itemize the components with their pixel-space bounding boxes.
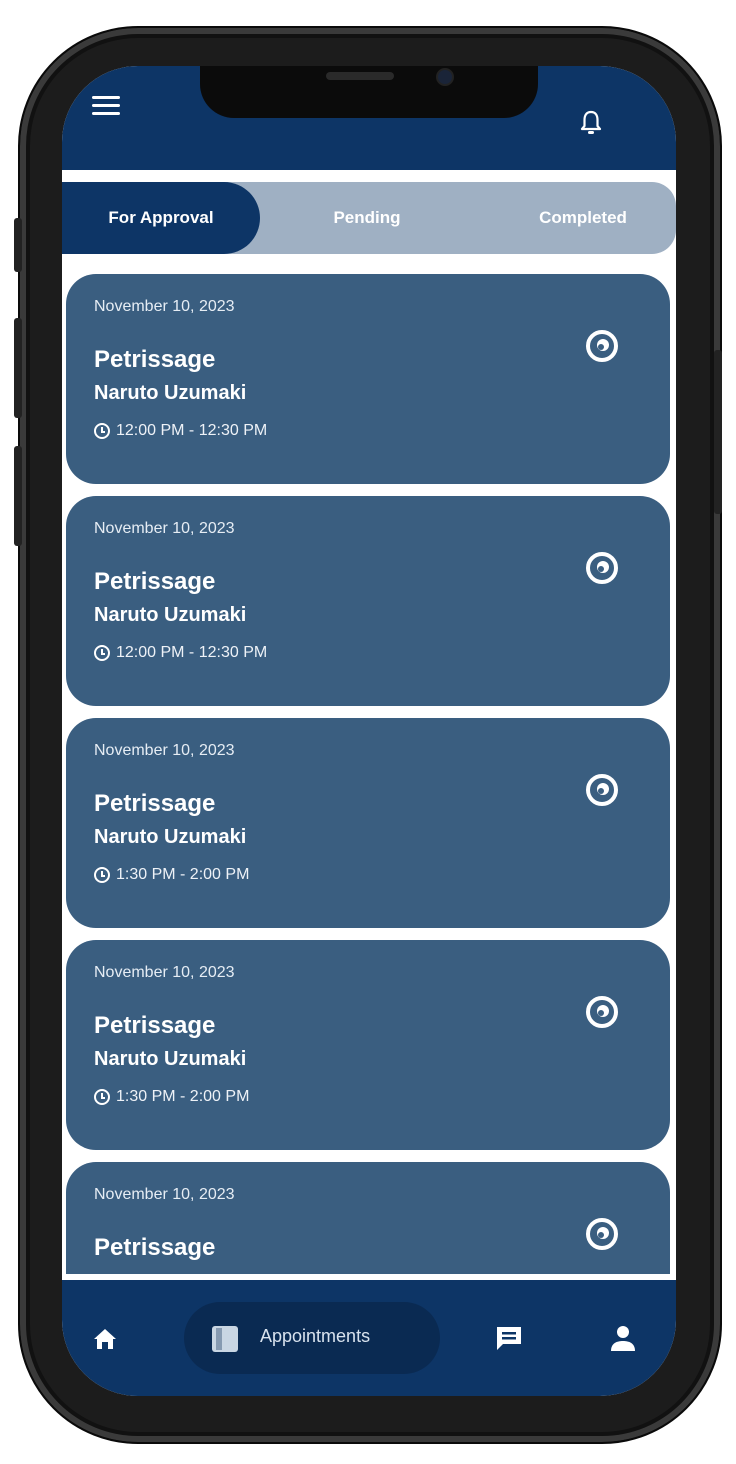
appointment-card[interactable]: November 10, 2023 Petrissage Naruto Uzum…: [66, 274, 670, 484]
hamburger-icon[interactable]: [92, 96, 120, 116]
appointment-date: November 10, 2023: [94, 964, 235, 981]
speaker: [326, 72, 394, 80]
appointment-date: November 10, 2023: [94, 520, 235, 537]
eye-icon[interactable]: [584, 550, 620, 586]
appointment-client: Naruto Uzumaki: [94, 604, 247, 626]
appointments-book-icon: [212, 1326, 238, 1352]
nav-appointments-label: Appointments: [260, 1326, 371, 1346]
appointment-card[interactable]: November 10, 2023 Petrissage Naruto Uzum…: [66, 940, 670, 1150]
appointment-client: Naruto Uzumaki: [94, 1048, 247, 1070]
tab-for-approval[interactable]: For Approval: [62, 182, 260, 254]
appointment-time-row: 1:30 PM - 2:00 PM: [94, 1088, 249, 1106]
phone-side-button: [14, 318, 22, 418]
appointment-time: 12:00 PM - 12:30 PM: [116, 644, 268, 661]
appointment-client: Naruto Uzumaki: [94, 826, 247, 848]
chat-icon[interactable]: [494, 1324, 524, 1352]
tab-completed[interactable]: Completed: [508, 182, 658, 254]
bottom-nav: Appointments: [62, 1280, 676, 1396]
clock-icon: [94, 1089, 110, 1105]
appointment-service: Petrissage: [94, 346, 216, 373]
appointment-client: Naruto Uzumaki: [94, 382, 247, 404]
appointment-list: November 10, 2023 Petrissage Naruto Uzum…: [62, 274, 676, 1274]
appointment-service: Petrissage: [94, 790, 216, 817]
eye-icon[interactable]: [584, 1216, 620, 1252]
appointment-card[interactable]: November 10, 2023 Petrissage: [66, 1162, 670, 1274]
notch: [200, 66, 538, 118]
appointment-time-row: 12:00 PM - 12:30 PM: [94, 422, 267, 440]
tab-pending[interactable]: Pending: [302, 182, 432, 254]
eye-icon[interactable]: [584, 772, 620, 808]
nav-appointments[interactable]: Appointments: [184, 1302, 440, 1374]
clock-icon: [94, 423, 110, 439]
appointment-time: 12:00 PM - 12:30 PM: [116, 422, 268, 439]
appointment-time-row: 12:00 PM - 12:30 PM: [94, 644, 267, 662]
appointment-card[interactable]: November 10, 2023 Petrissage Naruto Uzum…: [66, 718, 670, 928]
appointment-time: 1:30 PM - 2:00 PM: [116, 1088, 250, 1105]
appointment-service: Petrissage: [94, 1234, 216, 1261]
app-screen: For Approval Pending Completed November …: [62, 66, 676, 1396]
eye-icon[interactable]: [584, 994, 620, 1030]
eye-icon[interactable]: [584, 328, 620, 364]
clock-icon: [94, 867, 110, 883]
phone-side-button: [714, 350, 722, 514]
status-tabs: For Approval Pending Completed: [62, 182, 676, 254]
appointment-service: Petrissage: [94, 568, 216, 595]
clock-icon: [94, 645, 110, 661]
camera: [436, 68, 454, 86]
appointment-service: Petrissage: [94, 1012, 216, 1039]
profile-icon[interactable]: [610, 1324, 636, 1352]
phone-side-button: [14, 446, 22, 546]
appointment-card[interactable]: November 10, 2023 Petrissage Naruto Uzum…: [66, 496, 670, 706]
appointment-date: November 10, 2023: [94, 298, 235, 315]
appointment-time-row: 1:30 PM - 2:00 PM: [94, 866, 249, 884]
phone-side-button: [14, 218, 22, 272]
appointment-time: 1:30 PM - 2:00 PM: [116, 866, 250, 883]
home-icon[interactable]: [92, 1326, 118, 1352]
bell-icon[interactable]: [580, 110, 602, 136]
appointment-date: November 10, 2023: [94, 742, 235, 759]
appointment-date: November 10, 2023: [94, 1186, 235, 1203]
